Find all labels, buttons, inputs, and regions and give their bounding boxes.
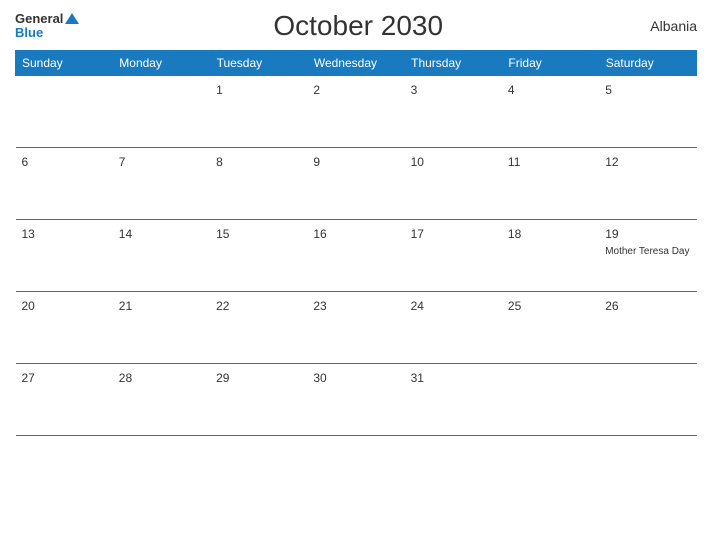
day-number: 1 xyxy=(216,83,223,97)
calendar-cell: 21 xyxy=(113,292,210,364)
weekday-header-saturday: Saturday xyxy=(599,51,696,76)
calendar-cell xyxy=(16,76,113,148)
calendar-cell: 6 xyxy=(16,148,113,220)
calendar-cell: 28 xyxy=(113,364,210,436)
calendar-cell: 17 xyxy=(405,220,502,292)
country-label: Albania xyxy=(637,18,697,34)
day-number: 30 xyxy=(313,371,326,385)
day-number: 8 xyxy=(216,155,223,169)
calendar-cell: 27 xyxy=(16,364,113,436)
day-number: 2 xyxy=(313,83,320,97)
calendar-cell: 23 xyxy=(307,292,404,364)
calendar-cell: 29 xyxy=(210,364,307,436)
calendar-cell: 19 Mother Teresa Day xyxy=(599,220,696,292)
calendar-cell: 31 xyxy=(405,364,502,436)
day-number: 23 xyxy=(313,299,326,313)
day-number: 9 xyxy=(313,155,320,169)
calendar-cell xyxy=(502,364,599,436)
calendar-cell: 16 xyxy=(307,220,404,292)
day-number: 28 xyxy=(119,371,132,385)
day-number: 29 xyxy=(216,371,229,385)
calendar-cell xyxy=(599,364,696,436)
weekday-header-sunday: Sunday xyxy=(16,51,113,76)
day-number: 31 xyxy=(411,371,424,385)
day-number: 17 xyxy=(411,227,424,241)
day-number: 22 xyxy=(216,299,229,313)
calendar-table: SundayMondayTuesdayWednesdayThursdayFrid… xyxy=(15,50,697,436)
weekday-header-thursday: Thursday xyxy=(405,51,502,76)
day-number: 19 xyxy=(605,227,618,241)
calendar-cell: 1 xyxy=(210,76,307,148)
weekday-header-tuesday: Tuesday xyxy=(210,51,307,76)
calendar-cell: 5 xyxy=(599,76,696,148)
day-number: 26 xyxy=(605,299,618,313)
day-number: 7 xyxy=(119,155,126,169)
calendar-cell: 12 xyxy=(599,148,696,220)
week-row-5: 27 28 29 30 31 xyxy=(16,364,697,436)
day-number: 4 xyxy=(508,83,515,97)
logo-triangle-icon xyxy=(65,13,79,24)
logo: General Blue xyxy=(15,12,79,41)
calendar-cell: 15 xyxy=(210,220,307,292)
week-row-3: 13 14 15 16 17 18 19 Mother Teresa Day xyxy=(16,220,697,292)
calendar-cell: 7 xyxy=(113,148,210,220)
day-number: 24 xyxy=(411,299,424,313)
day-number: 14 xyxy=(119,227,132,241)
calendar-cell: 11 xyxy=(502,148,599,220)
calendar-cell: 26 xyxy=(599,292,696,364)
calendar-header: General Blue October 2030 Albania xyxy=(15,10,697,42)
calendar-cell: 3 xyxy=(405,76,502,148)
day-number: 12 xyxy=(605,155,618,169)
calendar-cell: 13 xyxy=(16,220,113,292)
calendar-cell: 18 xyxy=(502,220,599,292)
calendar-cell: 24 xyxy=(405,292,502,364)
day-number: 21 xyxy=(119,299,132,313)
calendar-cell: 10 xyxy=(405,148,502,220)
day-number: 10 xyxy=(411,155,424,169)
calendar-cell xyxy=(113,76,210,148)
day-number: 20 xyxy=(22,299,35,313)
week-row-2: 6 7 8 9 10 11 12 xyxy=(16,148,697,220)
day-number: 6 xyxy=(22,155,29,169)
day-number: 25 xyxy=(508,299,521,313)
calendar-cell: 14 xyxy=(113,220,210,292)
day-number: 27 xyxy=(22,371,35,385)
day-event: Mother Teresa Day xyxy=(605,245,690,258)
weekday-header-row: SundayMondayTuesdayWednesdayThursdayFrid… xyxy=(16,51,697,76)
weekday-header-monday: Monday xyxy=(113,51,210,76)
calendar-cell: 20 xyxy=(16,292,113,364)
day-number: 13 xyxy=(22,227,35,241)
calendar-container: General Blue October 2030 Albania Sunday… xyxy=(0,0,712,550)
logo-blue-text: Blue xyxy=(15,26,43,40)
calendar-cell: 4 xyxy=(502,76,599,148)
day-number: 18 xyxy=(508,227,521,241)
calendar-cell: 25 xyxy=(502,292,599,364)
day-number: 3 xyxy=(411,83,418,97)
weekday-header-wednesday: Wednesday xyxy=(307,51,404,76)
calendar-cell: 2 xyxy=(307,76,404,148)
day-number: 5 xyxy=(605,83,612,97)
week-row-1: 1 2 3 4 5 xyxy=(16,76,697,148)
day-number: 15 xyxy=(216,227,229,241)
calendar-cell: 30 xyxy=(307,364,404,436)
calendar-cell: 22 xyxy=(210,292,307,364)
calendar-cell: 9 xyxy=(307,148,404,220)
calendar-cell: 8 xyxy=(210,148,307,220)
weekday-header-friday: Friday xyxy=(502,51,599,76)
calendar-title: October 2030 xyxy=(79,10,637,42)
logo-general-text: General xyxy=(15,12,63,26)
week-row-4: 20 21 22 23 24 25 26 xyxy=(16,292,697,364)
day-number: 11 xyxy=(508,155,520,169)
day-number: 16 xyxy=(313,227,326,241)
